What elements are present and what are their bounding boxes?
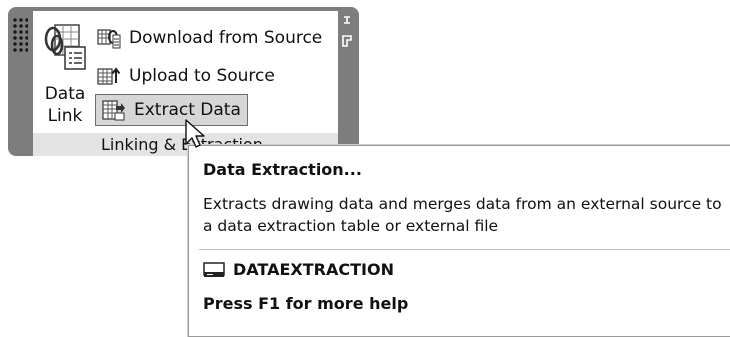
tooltip-description: Extracts drawing data and merges data fr… bbox=[203, 193, 730, 237]
command-line-icon bbox=[203, 261, 225, 277]
dialog-launcher-icon[interactable] bbox=[341, 33, 353, 47]
tooltip: Data Extraction... Extracts drawing data… bbox=[188, 145, 730, 337]
tooltip-description-line-2: a data extraction table or external file bbox=[203, 217, 499, 235]
tooltip-help-hint: Press F1 for more help bbox=[203, 294, 409, 313]
mouse-pointer-icon bbox=[185, 119, 205, 148]
data-link-button[interactable]: Data Link bbox=[37, 19, 93, 129]
extract-data-label: Extract Data bbox=[134, 100, 241, 120]
extract-data-icon bbox=[102, 100, 125, 121]
download-from-source-label: Download from Source bbox=[129, 28, 323, 48]
panel-side-controls bbox=[341, 15, 355, 55]
tooltip-title: Data Extraction... bbox=[203, 160, 362, 179]
data-link-label: Data Link bbox=[44, 84, 86, 126]
tooltip-command: DATAEXTRACTION bbox=[203, 260, 394, 279]
pin-panel-icon[interactable] bbox=[341, 15, 353, 29]
tooltip-divider bbox=[199, 249, 730, 250]
panel-grip-handle[interactable] bbox=[12, 17, 28, 53]
data-link-icon bbox=[44, 24, 86, 70]
download-from-source-button[interactable]: Download from Source bbox=[97, 23, 322, 53]
upload-to-source-button[interactable]: Upload to Source bbox=[97, 61, 275, 91]
upload-to-source-label: Upload to Source bbox=[129, 66, 275, 86]
upload-to-source-icon bbox=[97, 67, 121, 85]
download-from-source-icon bbox=[97, 29, 121, 49]
tooltip-description-line-1: Extracts drawing data and merges data fr… bbox=[203, 195, 722, 213]
tooltip-command-name: DATAEXTRACTION bbox=[233, 260, 394, 279]
extract-data-button[interactable]: Extract Data bbox=[95, 94, 248, 126]
